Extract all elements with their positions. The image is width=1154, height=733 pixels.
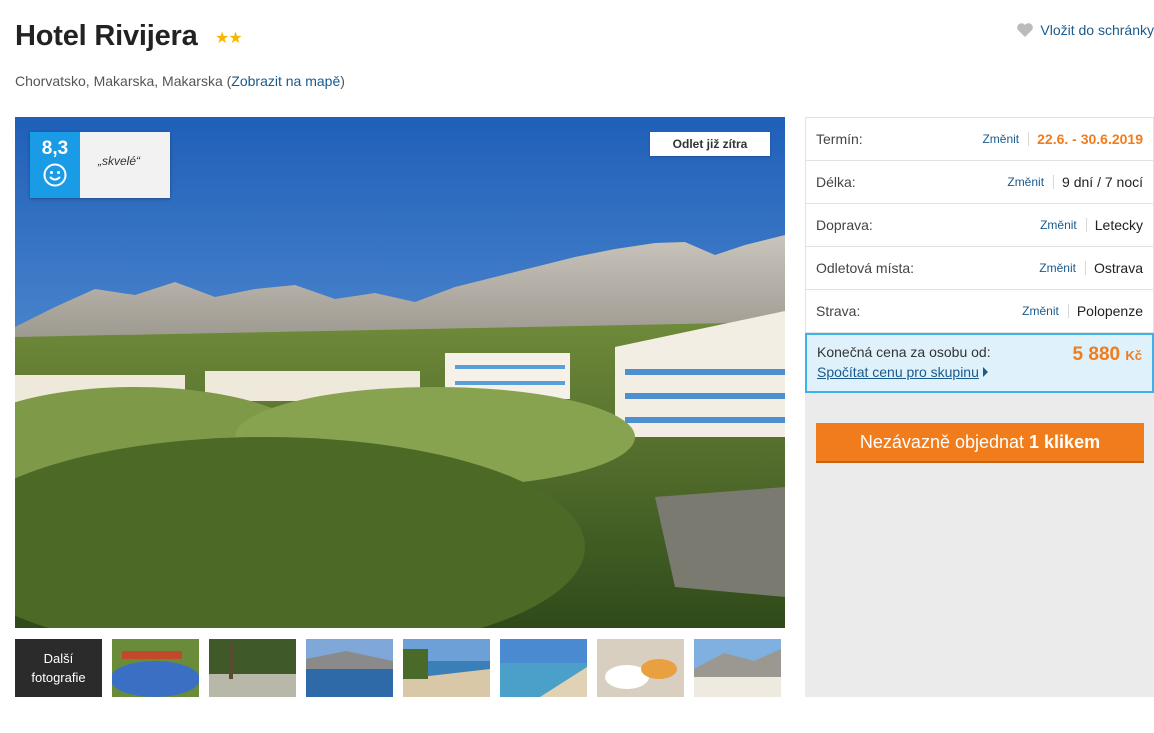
hotel-title: Hotel Rivijera: [15, 20, 198, 52]
thumb-beach[interactable]: [403, 639, 490, 697]
show-on-map-link[interactable]: Zobrazit na mapě: [231, 73, 340, 89]
param-row-board: Strava: Změnit Polopenze: [806, 290, 1153, 333]
booking-parameters: Termín: Změnit 22.6. - 30.6.2019 Délka: …: [805, 117, 1154, 333]
thumb-shore[interactable]: [500, 639, 587, 697]
hero-photo[interactable]: 8,3 „skvelé“ Odlet již zítra: [15, 117, 785, 628]
booking-panel: Termín: Změnit 22.6. - 30.6.2019 Délka: …: [805, 117, 1154, 697]
departure-badge: Odlet již zítra: [650, 132, 770, 156]
photo-thumbnails: Další fotografie: [15, 639, 781, 697]
review-score-badge[interactable]: 8,3 „skvelé“: [30, 132, 170, 198]
param-row-departure: Odletová místa: Změnit Ostrava: [806, 247, 1153, 290]
arrow-right-icon: [982, 367, 988, 377]
add-to-favorites-button[interactable]: Vložit do schránky: [1016, 22, 1154, 38]
more-photos-button[interactable]: Další fotografie: [15, 639, 102, 697]
group-price-link[interactable]: Spočítat cenu pro skupinu: [817, 364, 1142, 380]
change-transport-link[interactable]: Změnit: [1040, 218, 1087, 232]
price-box: Konečná cena za osobu od: 5 880 Kč Spočí…: [805, 333, 1154, 393]
review-label: „skvelé“: [80, 132, 170, 198]
change-length-link[interactable]: Změnit: [1007, 175, 1055, 189]
heart-icon: [1016, 22, 1034, 38]
add-to-favorites-label: Vložit do schránky: [1040, 22, 1154, 38]
smiley-icon: [43, 160, 67, 187]
change-departure-link[interactable]: Změnit: [1039, 261, 1086, 275]
param-row-term: Termín: Změnit 22.6. - 30.6.2019: [806, 118, 1153, 161]
review-score: 8,3: [41, 138, 69, 159]
hotel-location: Chorvatsko, Makarska, Makarska (Zobrazit…: [15, 73, 345, 89]
thumb-coast[interactable]: [306, 639, 393, 697]
price-amount: 5 880 Kč: [1072, 344, 1142, 365]
change-board-link[interactable]: Změnit: [1022, 304, 1069, 318]
param-row-length: Délka: Změnit 9 dní / 7 nocí: [806, 161, 1153, 204]
thumb-garden[interactable]: [209, 639, 296, 697]
param-row-transport: Doprava: Změnit Letecky: [806, 204, 1153, 247]
thumb-food[interactable]: [597, 639, 684, 697]
star-rating: ★★: [215, 30, 243, 47]
thumb-pool[interactable]: [112, 639, 199, 697]
order-button[interactable]: Nezávazně objednat 1 klikem: [816, 423, 1144, 461]
thumb-town[interactable]: [694, 639, 781, 697]
change-term-link[interactable]: Změnit: [982, 132, 1030, 146]
